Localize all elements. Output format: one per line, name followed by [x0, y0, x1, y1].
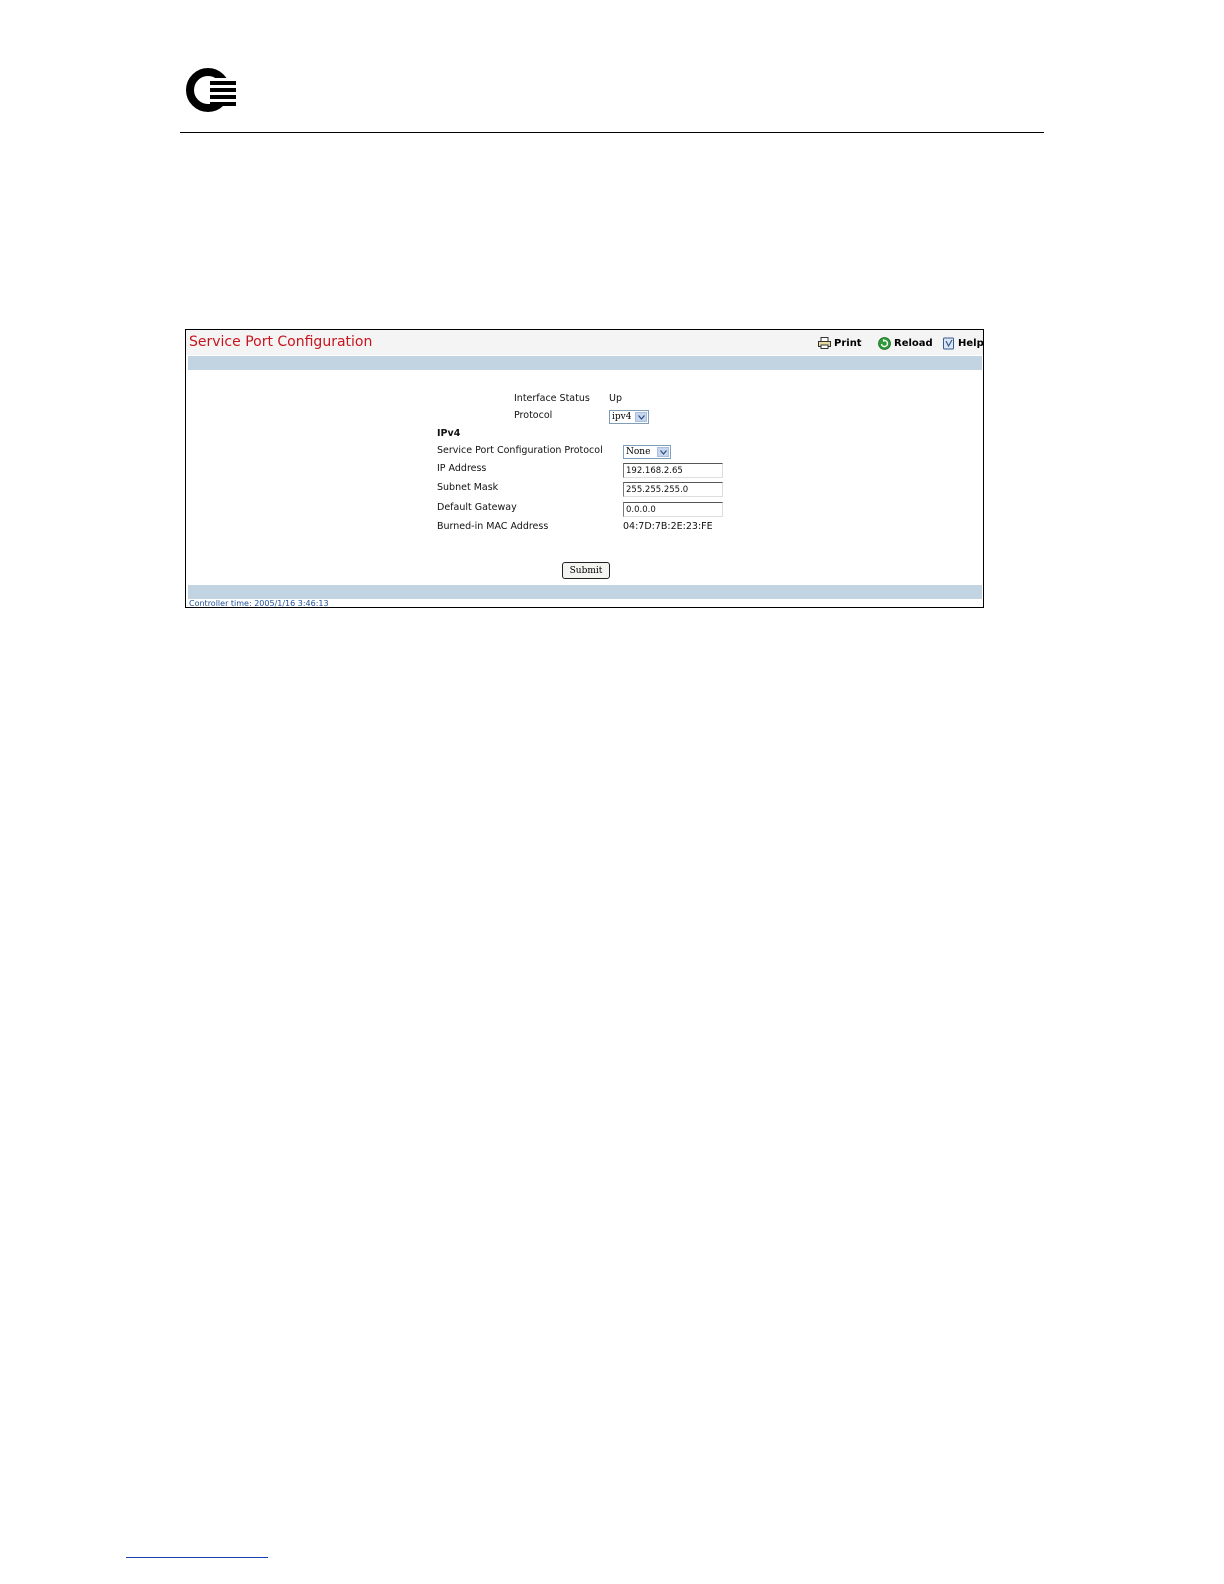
- help-button[interactable]: Help: [942, 336, 984, 350]
- default-gateway-label: Default Gateway: [437, 502, 517, 513]
- header-band: [188, 356, 982, 370]
- help-book-icon: [943, 337, 954, 349]
- footer-divider: [126, 1557, 268, 1558]
- protocol-select[interactable]: ipv4: [609, 410, 649, 424]
- print-button[interactable]: Print: [818, 336, 862, 350]
- header-divider: [180, 132, 1044, 133]
- protocol-label: Protocol: [514, 410, 553, 421]
- ipv4-heading: IPv4: [437, 428, 461, 439]
- submit-button[interactable]: Submit: [562, 562, 610, 579]
- chevron-down-icon: [635, 412, 647, 422]
- protocol-selected-value: ipv4: [612, 412, 632, 422]
- q-logo-icon: [186, 68, 238, 112]
- reload-icon: [878, 336, 891, 350]
- subnet-mask-label: Subnet Mask: [437, 482, 499, 493]
- sp-config-protocol-select[interactable]: None: [623, 445, 671, 459]
- controller-time: Controller time: 2005/1/16 3:46:13: [189, 599, 329, 608]
- help-label: Help: [958, 337, 984, 349]
- service-port-config-panel: Service Port Configuration Print Reload: [185, 329, 984, 608]
- subnet-mask-field[interactable]: [623, 482, 723, 497]
- reload-label: Reload: [894, 337, 933, 349]
- ip-address-field[interactable]: [623, 463, 723, 478]
- footer-band: [188, 585, 982, 599]
- default-gateway-field[interactable]: [623, 502, 723, 517]
- mac-address-label: Burned-in MAC Address: [437, 521, 549, 532]
- printer-icon: [818, 337, 831, 349]
- sp-config-protocol-label: Service Port Configuration Protocol: [437, 445, 603, 456]
- reload-button[interactable]: Reload: [878, 336, 933, 350]
- mac-address-value: 04:7D:7B:2E:23:FE: [623, 521, 713, 532]
- page-title: Service Port Configuration: [189, 334, 373, 350]
- ip-address-label: IP Address: [437, 463, 487, 474]
- panel-titlebar: Service Port Configuration Print Reload: [186, 330, 984, 355]
- sp-config-protocol-selected-value: None: [626, 447, 651, 457]
- interface-status-label: Interface Status: [514, 393, 590, 404]
- chevron-down-icon: [657, 447, 669, 457]
- print-label: Print: [834, 337, 862, 349]
- interface-status-value: Up: [609, 393, 622, 404]
